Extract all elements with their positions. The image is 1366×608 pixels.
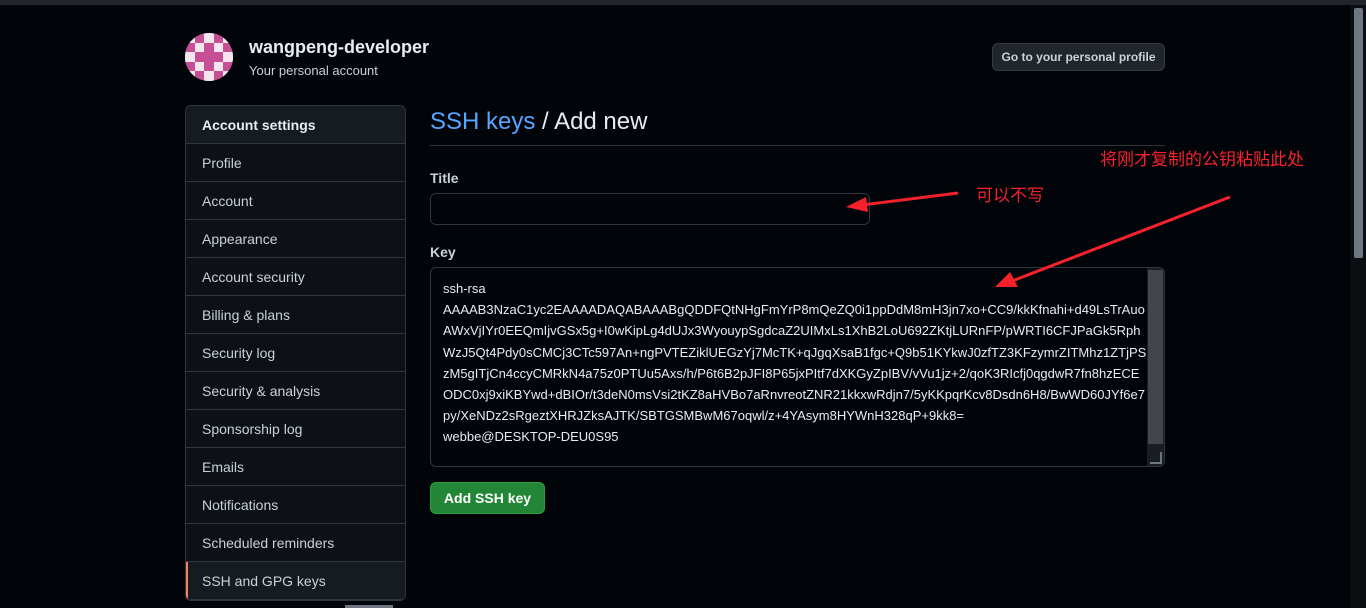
sidebar-item-account-security[interactable]: Account security xyxy=(186,258,405,296)
key-textarea-scrollbar[interactable] xyxy=(1147,268,1164,466)
sidebar-item-profile[interactable]: Profile xyxy=(186,144,405,182)
resize-grip-icon[interactable] xyxy=(1150,452,1162,464)
main-content: SSH keys / Add new Title Key ssh-rsa AAA… xyxy=(430,108,1165,514)
sidebar-item-scheduled-reminders[interactable]: Scheduled reminders xyxy=(186,524,405,562)
sidebar-item-security-log[interactable]: Security log xyxy=(186,334,405,372)
add-ssh-key-button[interactable]: Add SSH key xyxy=(430,482,545,514)
key-label: Key xyxy=(430,244,456,260)
key-textarea-scroll-thumb[interactable] xyxy=(1148,270,1163,444)
page-scrollbar-thumb[interactable] xyxy=(1354,8,1363,258)
breadcrumb-current: Add new xyxy=(554,108,648,135)
settings-sidebar: Account settings Profile Account Appeara… xyxy=(185,105,406,601)
sidebar-item-account[interactable]: Account xyxy=(186,182,405,220)
breadcrumb-separator: / xyxy=(535,108,555,135)
personal-profile-button[interactable]: Go to your personal profile xyxy=(992,43,1165,71)
sidebar-item-sponsorship-log[interactable]: Sponsorship log xyxy=(186,410,405,448)
ssh-keys-breadcrumb-link[interactable]: SSH keys xyxy=(430,108,535,135)
title-label: Title xyxy=(430,170,459,186)
account-subtitle: Your personal account xyxy=(249,63,378,78)
sidebar-item-notifications[interactable]: Notifications xyxy=(186,486,405,524)
sidebar-header: Account settings xyxy=(186,106,405,144)
optional-annotation: 可以不写 xyxy=(976,186,1044,206)
avatar[interactable] xyxy=(185,33,233,81)
account-username[interactable]: wangpeng-developer xyxy=(249,37,429,58)
sidebar-item-billing[interactable]: Billing & plans xyxy=(186,296,405,334)
sidebar-item-security-analysis[interactable]: Security & analysis xyxy=(186,372,405,410)
key-textarea[interactable]: ssh-rsa AAAAB3NzaC1yc2EAAAADAQABAAABgQDD… xyxy=(430,267,1165,467)
paste-annotation: 将刚才复制的公钥粘贴此处 xyxy=(1100,150,1304,170)
title-input[interactable] xyxy=(430,193,870,225)
sidebar-item-emails[interactable]: Emails xyxy=(186,448,405,486)
page-title: SSH keys / Add new xyxy=(430,108,1165,146)
key-textarea-value[interactable]: ssh-rsa AAAAB3NzaC1yc2EAAAADAQABAAABgQDD… xyxy=(443,278,1147,448)
account-header: wangpeng-developer Your personal account… xyxy=(185,33,1165,83)
sidebar-item-appearance[interactable]: Appearance xyxy=(186,220,405,258)
sidebar-item-ssh-gpg-keys[interactable]: SSH and GPG keys xyxy=(186,562,405,600)
window-top-bar xyxy=(0,0,1366,5)
